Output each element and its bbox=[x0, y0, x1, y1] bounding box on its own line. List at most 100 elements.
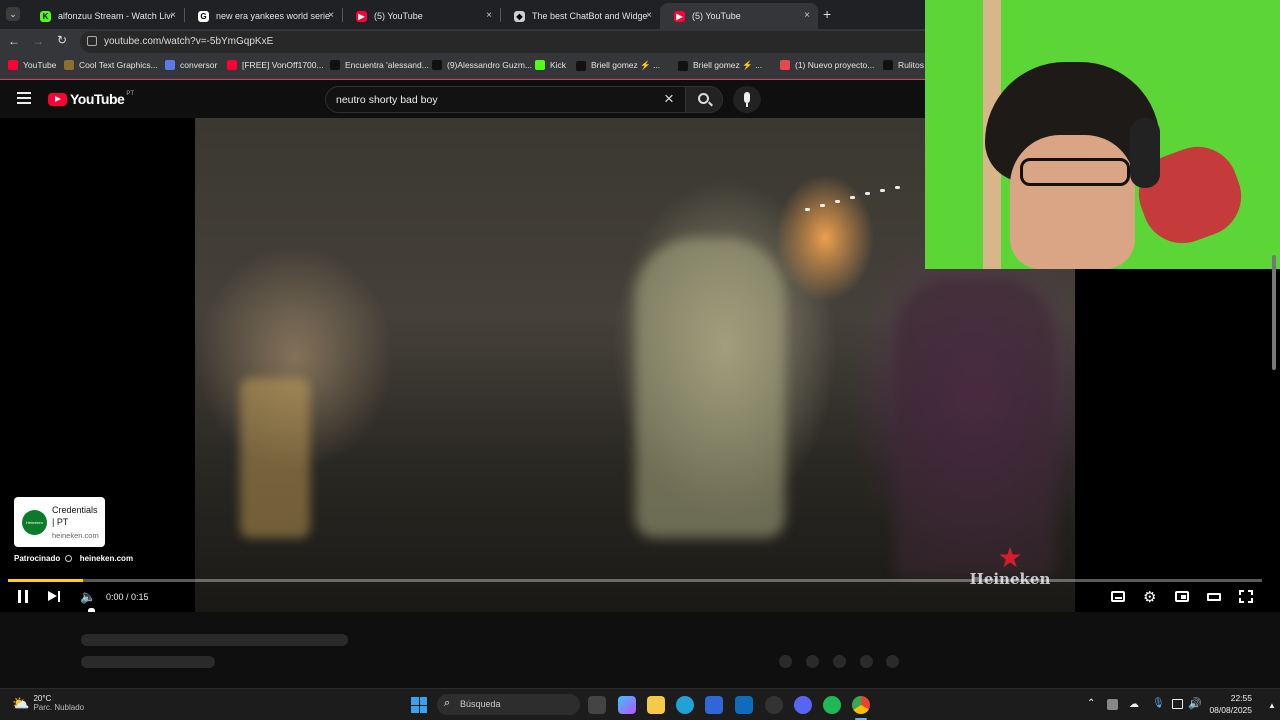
reload-icon[interactable]: ↻ bbox=[57, 33, 67, 47]
bookmark-item[interactable]: Encuentra 'alessand... bbox=[330, 60, 429, 70]
edge-icon[interactable] bbox=[676, 696, 694, 714]
bookmark-item[interactable]: YouTube bbox=[8, 60, 56, 70]
microphone-icon[interactable]: 🎙 bbox=[1152, 698, 1165, 709]
volume-button[interactable]: 🔈 bbox=[80, 589, 96, 605]
browser-tab[interactable]: ◆ The best ChatBot and Widgets × bbox=[500, 3, 660, 29]
tab-favicon-icon: ▶ bbox=[356, 10, 367, 22]
browser-tab[interactable]: ▶ (5) YouTube × bbox=[660, 3, 818, 29]
windows-taskbar: ⛅ 20°C Parc. Nublado ⌕ Búsqueda ⌃ ☁ 🎙 🔊 … bbox=[0, 688, 1280, 720]
voice-search-button[interactable] bbox=[733, 86, 761, 113]
onedrive-icon[interactable]: ☁ bbox=[1129, 699, 1139, 710]
tab-close-icon[interactable]: × bbox=[646, 10, 652, 21]
pause-button[interactable] bbox=[17, 590, 29, 603]
copilot-icon[interactable] bbox=[618, 696, 636, 714]
search-icon: ⌕ bbox=[444, 697, 451, 709]
search-input[interactable]: neutro shorty bad boy × bbox=[325, 86, 685, 113]
info-icon[interactable] bbox=[65, 555, 73, 563]
notification-bell-icon[interactable]: ▲ bbox=[1268, 701, 1276, 710]
fullscreen-button[interactable] bbox=[1239, 590, 1253, 603]
task-view-icon[interactable] bbox=[588, 696, 606, 714]
weather-widget[interactable]: ⛅ 20°C Parc. Nublado bbox=[12, 694, 84, 712]
spotify-icon[interactable] bbox=[823, 696, 841, 714]
tab-close-icon[interactable]: × bbox=[170, 10, 176, 21]
tray-app-icon[interactable] bbox=[1107, 699, 1118, 710]
action-skeleton bbox=[833, 655, 846, 668]
discord-icon[interactable] bbox=[794, 696, 812, 714]
heineken-logo: Heineken bbox=[22, 510, 47, 535]
taskbar-search-placeholder: Búsqueda bbox=[460, 699, 501, 709]
browser-tab[interactable]: Gnew era yankees world series 2(× bbox=[184, 3, 342, 29]
youtube-logo-text: YouTube bbox=[70, 91, 125, 107]
search-query-text: neutro shorty bad boy bbox=[336, 94, 438, 106]
glass-figure bbox=[240, 378, 310, 538]
bookmark-label: conversor bbox=[180, 60, 218, 70]
bookmark-item[interactable]: conversor bbox=[165, 60, 217, 70]
youtube-header: YouTube PT neutro shorty bad boy × bbox=[0, 80, 925, 118]
tab-close-icon[interactable]: × bbox=[328, 10, 334, 21]
action-skeleton bbox=[806, 655, 819, 668]
bookmark-item[interactable]: (9)Alessandro Guzm... bbox=[432, 60, 532, 70]
outlook-icon[interactable] bbox=[735, 696, 753, 714]
miniplayer-button[interactable] bbox=[1175, 591, 1189, 602]
weather-desc: Parc. Nublado bbox=[33, 703, 85, 712]
youtube-logo[interactable]: YouTube PT bbox=[48, 91, 134, 107]
bookmark-favicon-icon bbox=[64, 60, 74, 70]
bookmark-item[interactable]: Rulitos bbox=[883, 60, 924, 70]
weather-temp: 20°C bbox=[33, 694, 52, 703]
next-button[interactable] bbox=[48, 590, 62, 603]
bookmark-favicon-icon bbox=[678, 60, 688, 71]
bookmark-item[interactable]: Cool Text Graphics... bbox=[64, 60, 158, 70]
tray-chevron-icon[interactable]: ⌃ bbox=[1087, 698, 1095, 709]
browser-tab[interactable]: ▶ (5) YouTube × bbox=[342, 3, 500, 29]
back-icon[interactable]: ← bbox=[8, 34, 20, 48]
browser-tab[interactable]: Kalfonzuu Stream - Watch Live o × bbox=[26, 3, 184, 29]
sponsored-domain[interactable]: heineken.com bbox=[80, 554, 133, 563]
bookmark-item[interactable]: [FREE] VonOff1700... bbox=[227, 60, 324, 70]
webcam-overlay bbox=[925, 0, 1280, 269]
tab-close-icon[interactable]: × bbox=[486, 10, 492, 21]
tab-favicon-icon: K bbox=[40, 10, 51, 22]
site-info-icon[interactable] bbox=[87, 36, 97, 46]
tab-search-button[interactable]: ⌄ bbox=[6, 7, 20, 21]
clock-time: 22:55 bbox=[1230, 693, 1252, 703]
theater-mode-button[interactable] bbox=[1207, 593, 1221, 601]
progress-bar[interactable] bbox=[8, 579, 1262, 582]
settings-button[interactable]: ⚙ bbox=[1143, 588, 1156, 606]
start-button[interactable] bbox=[411, 697, 427, 713]
youtube-play-icon bbox=[48, 92, 67, 106]
clear-search-icon[interactable]: × bbox=[664, 89, 674, 109]
menu-icon[interactable] bbox=[17, 92, 31, 104]
new-tab-button[interactable]: + bbox=[823, 6, 831, 22]
dancer-figure bbox=[635, 238, 785, 538]
bookmark-item[interactable]: Briell gomez ⚡ ... bbox=[576, 60, 660, 71]
file-explorer-icon[interactable] bbox=[647, 696, 665, 714]
bookmark-item[interactable]: Kick bbox=[535, 60, 566, 70]
address-bar[interactable]: youtube.com/watch?v=-5bYmGqpKxE bbox=[80, 31, 950, 53]
bookmark-item[interactable]: Briell gomez ⚡ ... bbox=[678, 60, 762, 71]
bookmark-item[interactable]: (1) Nuevo proyecto... bbox=[780, 60, 874, 70]
network-icon[interactable] bbox=[1172, 699, 1183, 709]
bookmark-label: Encuentra 'alessand... bbox=[345, 60, 429, 70]
tab-separator bbox=[500, 8, 501, 22]
tab-close-icon[interactable]: × bbox=[804, 10, 810, 21]
speaker-icon[interactable]: 🔊 bbox=[1188, 697, 1202, 710]
bookmark-label: Rulitos bbox=[898, 60, 924, 70]
ad-card[interactable]: Heineken Credentials | PT heineken.com bbox=[14, 497, 105, 547]
chrome-icon[interactable] bbox=[852, 696, 870, 714]
time-display: 0:00 / 0:15 bbox=[106, 592, 149, 602]
mouse-cursor bbox=[87, 607, 96, 612]
tab-favicon-icon: ▶ bbox=[674, 10, 685, 22]
search-button[interactable] bbox=[685, 86, 723, 113]
page-scrollbar[interactable] bbox=[1272, 255, 1276, 370]
crowd-figure bbox=[895, 278, 1055, 578]
subtitles-button[interactable] bbox=[1111, 591, 1125, 602]
volume-icon: 🔈 bbox=[80, 589, 97, 604]
taskbar-search[interactable]: ⌕ Búsqueda bbox=[437, 694, 580, 715]
obs-icon[interactable] bbox=[765, 696, 783, 714]
store-icon[interactable] bbox=[705, 696, 723, 714]
forward-icon[interactable]: → bbox=[32, 34, 44, 48]
bookmark-favicon-icon bbox=[432, 60, 442, 70]
clock[interactable]: 22:55 08/08/2025 bbox=[1208, 693, 1252, 715]
tab-favicon-icon: ◆ bbox=[514, 10, 525, 22]
bookmark-favicon-icon bbox=[883, 60, 893, 70]
